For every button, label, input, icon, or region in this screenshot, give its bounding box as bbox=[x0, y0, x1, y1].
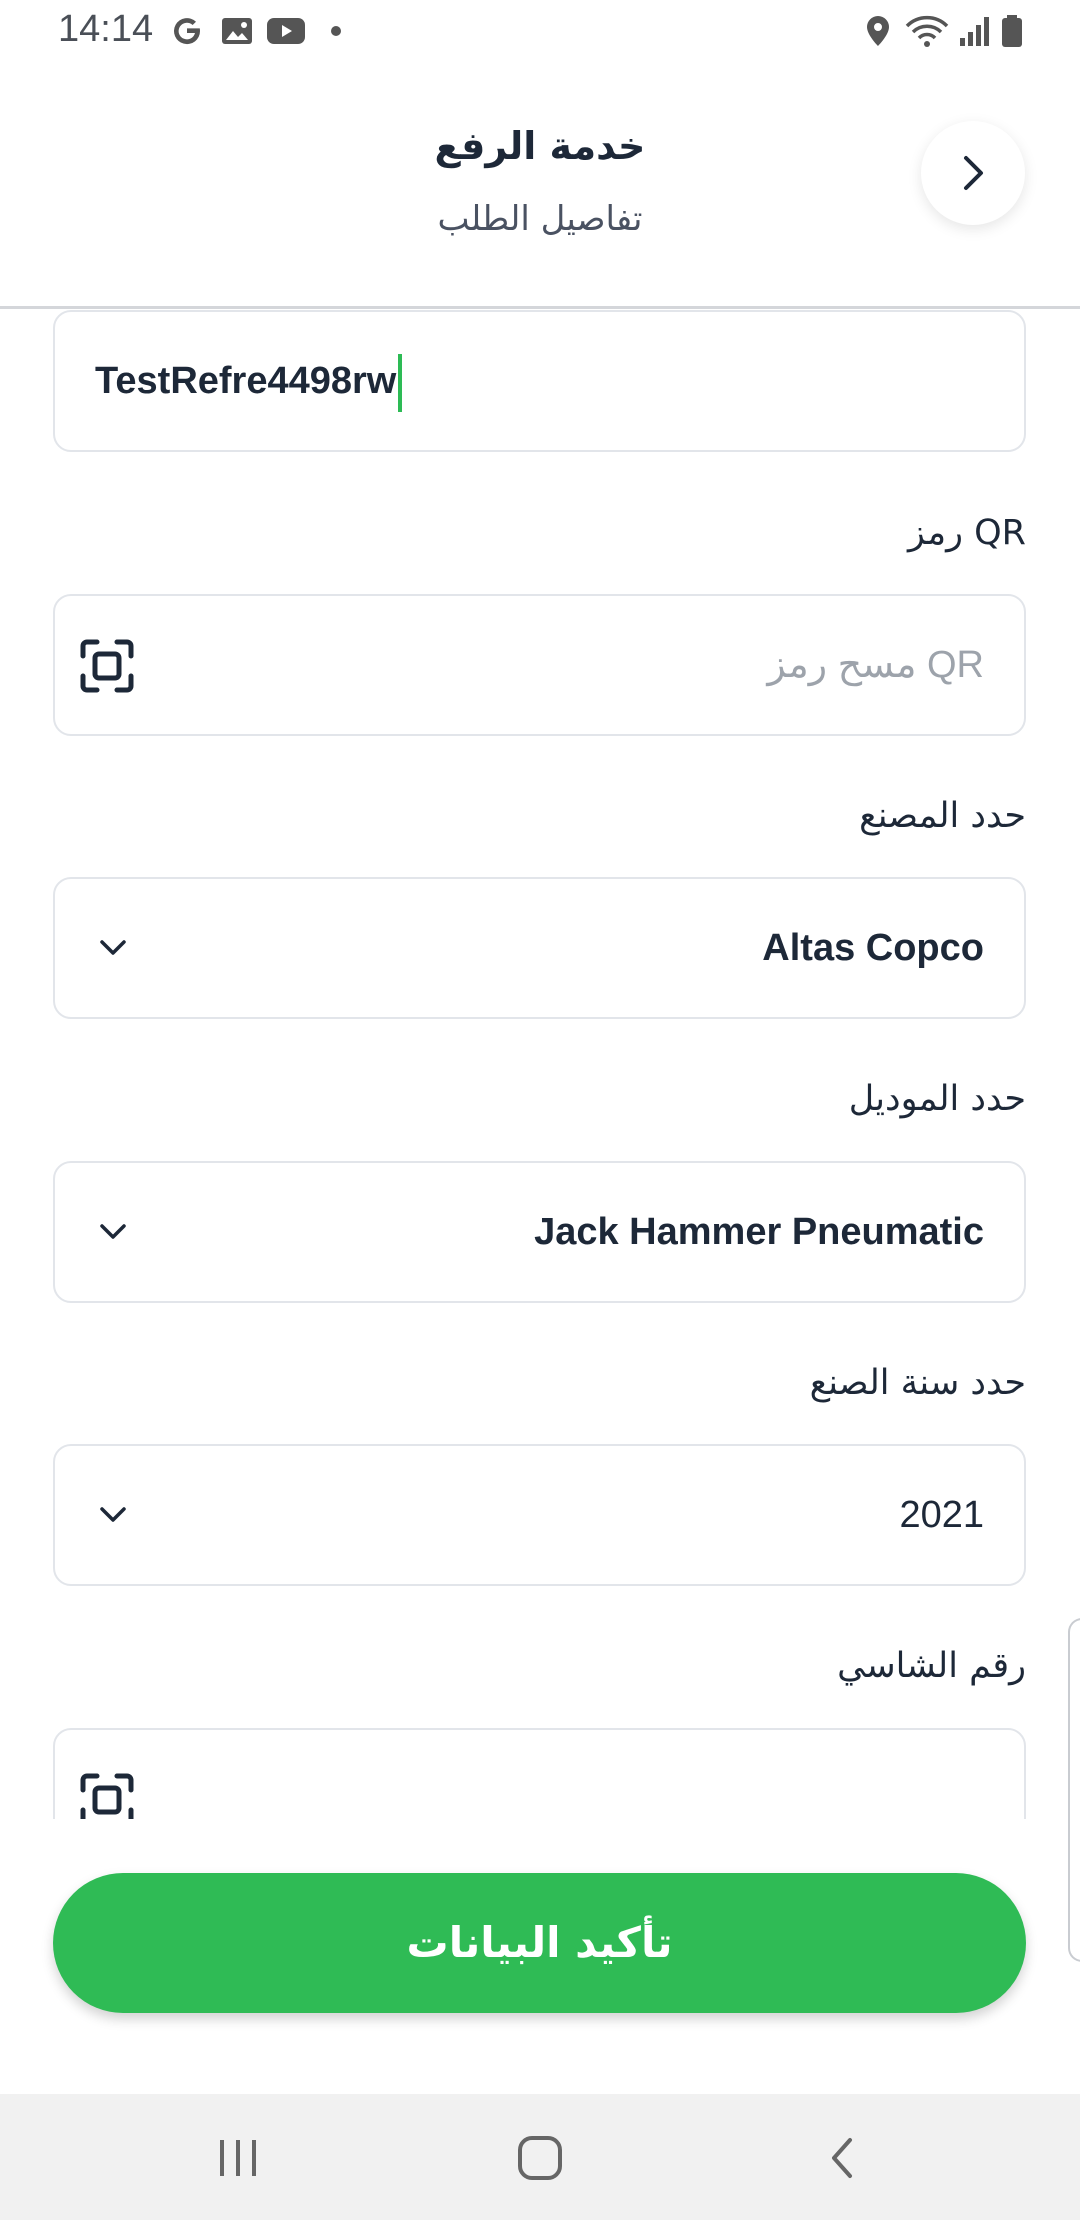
confirm-data-button[interactable]: تأكيد البيانات bbox=[53, 1873, 1026, 2013]
manufacturer-select[interactable]: Altas Copco bbox=[53, 877, 1026, 1019]
chassis-label: رقم الشاسي bbox=[837, 1646, 1026, 1686]
status-bar: 14:14 bbox=[0, 0, 1080, 66]
qr-placeholder: مسح رمز QR bbox=[767, 644, 984, 686]
year-select[interactable]: 2021 bbox=[53, 1444, 1026, 1586]
reference-value: TestRefre4498rw bbox=[95, 360, 397, 402]
google-icon bbox=[174, 18, 201, 45]
year-label: حدد سنة الصنع bbox=[809, 1363, 1026, 1403]
youtube-icon bbox=[267, 18, 305, 44]
wifi-icon bbox=[905, 15, 949, 47]
page-subtitle: تفاصيل الطلب bbox=[437, 199, 643, 239]
page-title: خدمة الرفع bbox=[434, 124, 646, 168]
dot-icon bbox=[331, 26, 341, 36]
chevron-right-icon bbox=[964, 156, 983, 190]
chevron-down-icon bbox=[100, 1224, 126, 1239]
form-scroll-area[interactable]: TestRefre4498rw رمز QR مسح رمز QR حدد ال… bbox=[0, 309, 1080, 1819]
year-value: 2021 bbox=[899, 1494, 984, 1536]
app-header: خدمة الرفع تفاصيل الطلب bbox=[0, 66, 1080, 309]
location-icon bbox=[867, 16, 889, 46]
reference-field[interactable]: TestRefre4498rw bbox=[53, 310, 1026, 452]
model-value: Jack Hammer Pneumatic bbox=[534, 1211, 984, 1253]
qr-label: رمز QR bbox=[908, 513, 1026, 553]
chevron-down-icon bbox=[100, 1507, 126, 1522]
model-select[interactable]: Jack Hammer Pneumatic bbox=[53, 1161, 1026, 1303]
back-button[interactable] bbox=[921, 121, 1025, 225]
recents-icon[interactable] bbox=[214, 2134, 264, 2182]
manufacturer-value: Altas Copco bbox=[762, 927, 984, 969]
chassis-field[interactable] bbox=[53, 1728, 1026, 1819]
qr-scan-icon[interactable] bbox=[77, 636, 137, 696]
text-cursor bbox=[398, 353, 403, 412]
model-label: حدد الموديل bbox=[848, 1079, 1026, 1119]
signal-icon bbox=[960, 17, 989, 46]
back-icon[interactable] bbox=[822, 2134, 862, 2182]
battery-icon bbox=[1002, 15, 1022, 47]
status-time: 14:14 bbox=[58, 8, 154, 50]
qr-scan-icon[interactable] bbox=[77, 1770, 137, 1819]
manufacturer-label: حدد المصنع bbox=[859, 796, 1026, 836]
qr-field[interactable]: مسح رمز QR bbox=[53, 594, 1026, 736]
scroll-handle[interactable] bbox=[1068, 1618, 1080, 1962]
home-icon[interactable] bbox=[514, 2134, 566, 2182]
chevron-down-icon bbox=[100, 940, 126, 955]
image-icon bbox=[222, 18, 252, 44]
system-nav-bar bbox=[0, 2094, 1080, 2220]
